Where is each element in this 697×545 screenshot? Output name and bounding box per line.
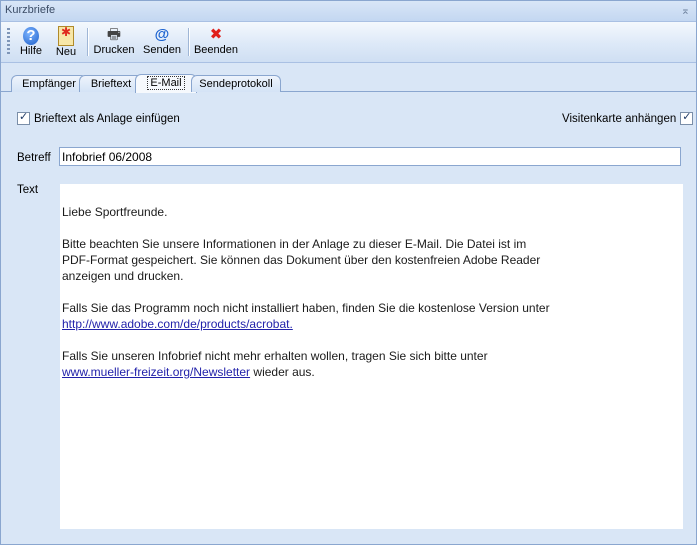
window-title: Kurzbriefe: [5, 4, 56, 16]
print-label: Drucken: [93, 44, 135, 56]
help-button[interactable]: ? Hilfe: [15, 24, 47, 60]
send-button[interactable]: @ Senden: [141, 24, 183, 60]
body-greeting: Liebe Sportfreunde.: [62, 205, 168, 219]
printer-icon: 🖶: [106, 26, 122, 43]
toolbar-separator: [188, 28, 190, 56]
body-paragraph-1: Bitte beachten Sie unsere Informationen …: [62, 236, 681, 284]
close-x-icon: ✖: [209, 26, 223, 43]
body-line: anzeigen und drucken.: [62, 269, 184, 283]
app-window: Kurzbriefe ⌅ ? Hilfe Neu 🖶 Drucken @ Sen…: [0, 0, 697, 545]
attach-vcard-option[interactable]: Visitenkarte anhängen: [562, 110, 694, 125]
attach-letter-option[interactable]: Brieftext als Anlage einfügen: [17, 110, 180, 125]
toolbar: ? Hilfe Neu 🖶 Drucken @ Senden ✖ Beenden: [1, 22, 696, 63]
body-line: wieder aus.: [250, 365, 315, 379]
exit-button[interactable]: ✖ Beenden: [193, 24, 239, 60]
toolbar-separator: [87, 28, 89, 56]
subject-label: Betreff: [17, 152, 51, 164]
body-line: Falls Sie unseren Infobrief nicht mehr e…: [62, 349, 488, 363]
toolbar-grip[interactable]: [7, 28, 10, 56]
text-label: Text: [17, 184, 39, 196]
tab-brieftext[interactable]: Brieftext: [79, 75, 143, 92]
print-button[interactable]: 🖶 Drucken: [93, 24, 135, 60]
pin-icon[interactable]: ⌅: [681, 4, 690, 17]
new-label: Neu: [55, 46, 77, 58]
tab-email[interactable]: E-Mail: [135, 74, 197, 93]
attach-letter-checkbox[interactable]: [17, 110, 30, 125]
attach-vcard-checkbox[interactable]: [680, 110, 694, 125]
new-document-icon: [58, 23, 74, 46]
at-sign-icon: @: [154, 26, 170, 43]
body-line: PDF-Format gespeichert. Sie können das D…: [62, 253, 541, 267]
body-line: Falls Sie das Programm noch nicht instal…: [62, 301, 550, 315]
new-button[interactable]: Neu: [51, 23, 81, 60]
exit-label: Beenden: [193, 44, 239, 56]
subject-input[interactable]: Infobrief 06/2008: [59, 147, 681, 166]
adobe-link[interactable]: http://www.adobe.com/de/products/acrobat…: [62, 317, 293, 331]
message-textarea[interactable]: Liebe Sportfreunde. Bitte beachten Sie u…: [60, 184, 683, 529]
body-paragraph-3: Falls Sie unseren Infobrief nicht mehr e…: [62, 348, 681, 380]
tab-email-label: E-Mail: [147, 76, 185, 90]
newsletter-link[interactable]: www.mueller-freizeit.org/Newsletter: [62, 365, 250, 379]
help-label: Hilfe: [19, 45, 42, 57]
title-bar: Kurzbriefe ⌅: [1, 1, 696, 22]
body-paragraph-2: Falls Sie das Programm noch nicht instal…: [62, 300, 681, 332]
attach-letter-label: Brieftext als Anlage einfügen: [34, 112, 180, 125]
help-icon: ?: [23, 27, 39, 45]
tab-sendeprotokoll[interactable]: Sendeprotokoll: [191, 75, 281, 92]
send-label: Senden: [143, 44, 181, 56]
body-line: Bitte beachten Sie unsere Informationen …: [62, 237, 527, 251]
attach-vcard-label: Visitenkarte anhängen: [562, 112, 677, 125]
tab-empfaenger[interactable]: Empfänger: [11, 75, 87, 92]
